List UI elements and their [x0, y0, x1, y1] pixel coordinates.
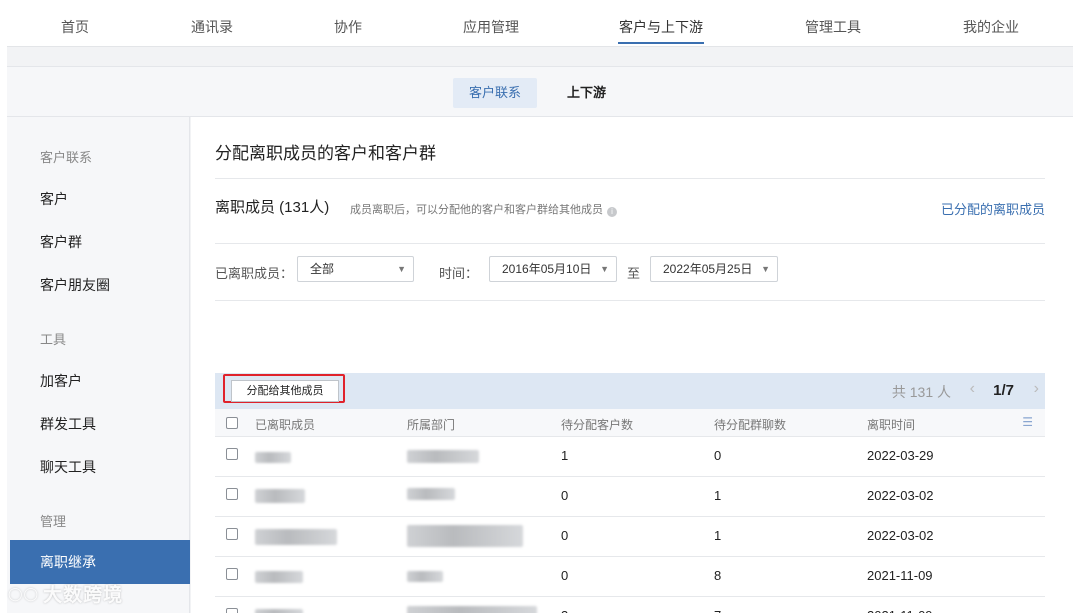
pending-groups-cell: 1	[714, 528, 722, 543]
column-header-pending-groups: 待分配群聊数	[714, 418, 787, 432]
redacted-member-name	[255, 609, 303, 613]
pending-groups-cell: 8	[714, 568, 722, 583]
resigned-members-heading: 离职成员 (131人)	[215, 199, 330, 216]
tab-customer-contact[interactable]: 客户联系	[453, 78, 538, 108]
redacted-department	[407, 525, 523, 547]
end-date-select[interactable]: 2022年05月25日 ▼	[650, 256, 778, 282]
nav-tab-contacts[interactable]: 通讯录	[182, 0, 242, 46]
watermark: ◯◯ 大数跨境	[8, 580, 123, 607]
member-filter-select[interactable]: 全部 ▼	[297, 256, 414, 282]
row-checkbox[interactable]	[226, 528, 238, 540]
member-filter-label: 已离职成员：	[215, 266, 294, 281]
watermark-logo-icon: ◯◯	[8, 586, 40, 601]
column-settings-icon[interactable]: ☰	[1022, 415, 1033, 429]
chevron-down-icon: ▼	[397, 264, 406, 274]
sub-tab-bar: 客户联系 上下游	[7, 66, 1073, 117]
redacted-member-name	[255, 489, 305, 503]
sidebar-section-management: 管理	[40, 514, 67, 529]
tab-upstream-downstream[interactable]: 上下游	[551, 78, 622, 108]
row-checkbox[interactable]	[226, 488, 238, 500]
column-header-pending-customers: 待分配客户数	[561, 418, 634, 432]
pending-groups-cell: 7	[714, 608, 721, 613]
table-row[interactable]: 0 1 2022-03-02	[215, 517, 1045, 557]
assigned-members-link[interactable]: 已分配的离职成员	[941, 199, 1045, 218]
nav-tab-home[interactable]: 首页	[45, 0, 105, 46]
sidebar-section-tools: 工具	[40, 332, 67, 347]
column-header-member: 已离职成员	[255, 418, 316, 432]
pending-groups-cell: 0	[714, 448, 722, 463]
sidebar: 客户联系 客户 客户群 客户朋友圈 工具 加客户 群发工具 聊天工具 管理 离职…	[7, 117, 190, 613]
sidebar-item-chat-tool[interactable]: 聊天工具	[40, 457, 96, 477]
table-row[interactable]: 0 1 2022-03-02	[215, 477, 1045, 517]
table-row[interactable]: 3 7 2021-11-09	[215, 597, 1045, 613]
resign-date-cell: 2021-11-09	[867, 568, 933, 583]
nav-tab-customers[interactable]: 客户与上下游	[618, 0, 704, 46]
page-indicator: 1/7	[993, 382, 1014, 399]
nav-tab-collaboration[interactable]: 协作	[318, 0, 378, 46]
content-shell: 客户联系 上下游 客户联系 客户 客户群 客户朋友圈 工具 加客户 群发工具 聊…	[7, 46, 1073, 613]
resign-date-cell: 2022-03-02	[867, 528, 934, 543]
hint-text: 成员离职后，可以分配他的客户和客户群给其他成员	[350, 204, 603, 216]
divider	[215, 300, 1045, 301]
divider	[215, 243, 1045, 244]
sidebar-item-customer-moments[interactable]: 客户朋友圈	[40, 275, 110, 295]
info-icon[interactable]: i	[607, 207, 617, 217]
divider	[215, 178, 1045, 179]
row-checkbox[interactable]	[226, 448, 238, 460]
column-header-department: 所属部门	[407, 418, 456, 432]
nav-tab-management-tools[interactable]: 管理工具	[800, 0, 866, 46]
nav-tab-my-enterprise[interactable]: 我的企业	[958, 0, 1024, 46]
column-header-resign-date: 离职时间	[867, 418, 916, 432]
chevron-right-icon[interactable]: ›	[1034, 380, 1039, 398]
sidebar-item-customer-groups[interactable]: 客户群	[40, 232, 82, 252]
redacted-department	[407, 488, 455, 500]
page-title: 分配离职成员的客户和客户群	[215, 144, 436, 163]
table-row[interactable]: 0 8 2021-11-09	[215, 557, 1045, 597]
table-row[interactable]: 1 0 2022-03-29	[215, 437, 1045, 477]
pending-customers-cell: 0	[561, 488, 569, 503]
pending-customers-cell: 1	[561, 448, 569, 463]
member-filter-value: 全部	[310, 262, 335, 276]
sidebar-section-customer-contact: 客户联系	[40, 150, 93, 165]
pending-customers-cell: 0	[561, 568, 569, 583]
pending-customers-cell: 3	[561, 608, 568, 613]
row-checkbox[interactable]	[226, 568, 238, 580]
select-all-checkbox[interactable]	[226, 417, 238, 429]
total-count: 共 131 人	[891, 384, 951, 400]
redacted-department	[407, 606, 537, 613]
start-date-value: 2016年05月10日	[502, 262, 592, 276]
chevron-down-icon: ▼	[761, 264, 770, 274]
redacted-member-name	[255, 571, 303, 583]
nav-tab-app-management[interactable]: 应用管理	[458, 0, 524, 46]
end-date-value: 2022年05月25日	[663, 262, 753, 276]
assign-to-others-button[interactable]: 分配给其他成员	[231, 380, 339, 402]
table-header: 已离职成员 所属部门 待分配客户数 待分配群聊数 离职时间 ☰	[215, 409, 1045, 437]
start-date-select[interactable]: 2016年05月10日 ▼	[489, 256, 617, 282]
table-toolbar: 分配给其他成员 共 131 人 ‹ 1/7 ›	[215, 373, 1045, 409]
watermark-text: 大数跨境	[43, 585, 124, 606]
chevron-left-icon[interactable]: ‹	[970, 380, 975, 398]
sidebar-item-add-customer[interactable]: 加客户	[40, 371, 82, 391]
main-panel: 分配离职成员的客户和客户群 离职成员 (131人) 成员离职后，可以分配他的客户…	[191, 117, 1073, 613]
time-filter-label: 时间：	[439, 266, 479, 281]
redacted-member-name	[255, 529, 337, 545]
sidebar-item-customers[interactable]: 客户	[40, 189, 68, 209]
chevron-down-icon: ▼	[600, 264, 609, 274]
sidebar-item-broadcast-tool[interactable]: 群发工具	[40, 414, 96, 434]
resign-date-cell: 2021-11-09	[867, 608, 933, 613]
pending-customers-cell: 0	[561, 528, 569, 543]
date-range-separator: 至	[627, 266, 641, 281]
row-checkbox[interactable]	[226, 608, 238, 613]
pending-groups-cell: 1	[714, 488, 722, 503]
sidebar-item-resignation-inheritance[interactable]: 离职继承	[10, 540, 190, 584]
redacted-member-name	[255, 452, 291, 463]
redacted-department	[407, 450, 479, 463]
resign-date-cell: 2022-03-29	[867, 448, 934, 463]
resigned-members-hint: 成员离职后，可以分配他的客户和客户群给其他成员 i	[350, 201, 617, 217]
redacted-department	[407, 571, 443, 582]
top-nav: 首页 通讯录 协作 应用管理 客户与上下游 管理工具 我的企业	[0, 0, 1080, 46]
resign-date-cell: 2022-03-02	[867, 488, 934, 503]
